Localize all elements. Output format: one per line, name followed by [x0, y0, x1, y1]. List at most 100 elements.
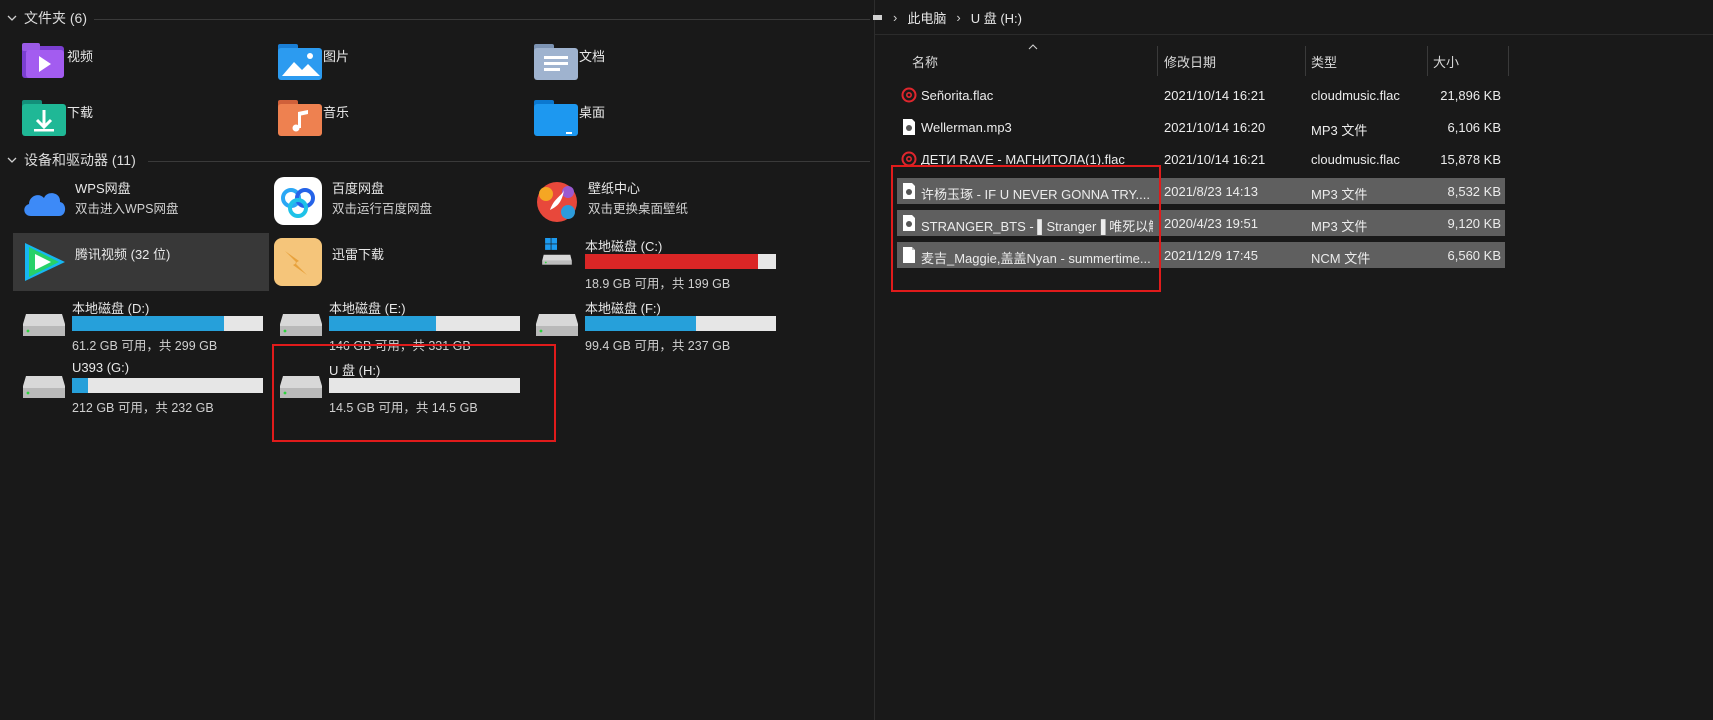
- music-folder-icon: [278, 100, 322, 136]
- desktop-folder-icon: [534, 100, 578, 136]
- app-description: 双击运行百度网盘: [332, 202, 433, 216]
- drive-usage-bar: [72, 316, 263, 331]
- drive-capacity: 61.2 GB 可用，共 299 GB: [72, 339, 218, 353]
- folder-label: 下载: [67, 105, 94, 120]
- column-header-type[interactable]: 类型: [1311, 52, 1337, 71]
- folders-section-header[interactable]: 文件夹 (6): [6, 6, 87, 30]
- app-thunder-download[interactable]: 迅雷下载: [270, 233, 526, 290]
- app-baidu-netdisk[interactable]: 百度网盘 双击运行百度网盘: [270, 176, 526, 233]
- file-size: 9,120 KB: [1447, 216, 1502, 231]
- folder-label: 图片: [323, 49, 350, 64]
- drive-usage-fill: [72, 378, 89, 393]
- file-type: MP3 文件: [1311, 123, 1368, 138]
- annotation-box-usb-drive: [272, 344, 556, 442]
- drive-name: U393 (G:): [72, 360, 130, 375]
- folder-downloads[interactable]: 下载: [8, 96, 264, 146]
- drive-capacity: 99.4 GB 可用，共 237 GB: [585, 339, 731, 353]
- drive-g[interactable]: U393 (G:) 212 GB 可用，共 232 GB: [13, 360, 269, 418]
- downloads-folder-icon: [22, 100, 66, 136]
- breadcrumb: › 此电脑 › U 盘 (H:): [873, 6, 1022, 28]
- folder-documents[interactable]: 文档: [520, 40, 776, 90]
- drive-name: 本地磁盘 (D:): [72, 301, 150, 316]
- file-date: 2021/12/9 17:45: [1164, 248, 1258, 263]
- drive-usage-bar: [585, 254, 776, 269]
- drive-usage-bar: [72, 378, 263, 393]
- sort-ascending-icon: [1028, 44, 1038, 50]
- this-pc-view: 文件夹 (6) 视频 图片 文档 下载 音乐 桌面 设备和驱动器 (11) WP…: [0, 0, 874, 720]
- breadcrumb-item[interactable]: 此电脑: [907, 8, 946, 27]
- address-bar-divider: [875, 34, 1713, 35]
- windows-drive-icon: [542, 238, 572, 265]
- audio-file-icon: [903, 119, 915, 135]
- breadcrumb-separator-icon[interactable]: ›: [956, 10, 960, 25]
- breadcrumb-separator-icon[interactable]: ›: [893, 10, 897, 25]
- folders-section-title: 文件夹 (6): [24, 10, 87, 26]
- folder-videos[interactable]: 视频: [8, 40, 264, 90]
- file-date: 2020/4/23 19:51: [1164, 216, 1258, 231]
- breadcrumb-item[interactable]: U 盘 (H:): [971, 8, 1022, 27]
- app-wps-cloud[interactable]: WPS网盘 双击进入WPS网盘: [13, 176, 269, 233]
- drive-name: 本地磁盘 (E:): [329, 301, 406, 316]
- folder-label: 文档: [579, 49, 606, 64]
- folder-label: 桌面: [579, 105, 606, 120]
- app-name: 百度网盘: [332, 181, 385, 196]
- column-separator[interactable]: [1305, 46, 1306, 76]
- folder-label: 视频: [67, 49, 94, 64]
- file-size: 6,560 KB: [1447, 248, 1502, 263]
- column-header-name[interactable]: 名称: [912, 52, 938, 71]
- app-tencent-video[interactable]: 腾讯视频 (32 位): [13, 233, 269, 291]
- file-type: NCM 文件: [1311, 251, 1371, 266]
- file-row[interactable]: Señorita.flac 2021/10/14 16:21 cloudmusi…: [897, 82, 1505, 108]
- column-header-size[interactable]: 大小: [1433, 52, 1459, 71]
- file-type: cloudmusic.flac: [1311, 152, 1400, 167]
- devices-section-title: 设备和驱动器 (11): [24, 152, 136, 168]
- file-date: 2021/10/14 16:21: [1164, 152, 1266, 167]
- column-header-date[interactable]: 修改日期: [1164, 52, 1216, 71]
- devices-section-header[interactable]: 设备和驱动器 (11): [6, 148, 136, 172]
- app-wallpaper-center[interactable]: 壁纸中心 双击更换桌面壁纸: [526, 176, 782, 233]
- file-date: 2021/10/14 16:20: [1164, 120, 1266, 135]
- file-type: MP3 文件: [1311, 219, 1368, 234]
- app-name: WPS网盘: [75, 181, 131, 196]
- file-name: Señorita.flac: [921, 88, 994, 103]
- pictures-folder-icon: [278, 44, 322, 80]
- drive-f[interactable]: 本地磁盘 (F:) 99.4 GB 可用，共 237 GB: [526, 298, 782, 356]
- drive-usage-bar: [585, 316, 776, 331]
- drive-usage-fill: [329, 316, 436, 331]
- videos-folder-icon: [22, 43, 64, 78]
- section-divider: [148, 161, 870, 162]
- app-description: 双击进入WPS网盘: [75, 202, 179, 216]
- file-row[interactable]: Wellerman.mp3 2021/10/14 16:20 MP3 文件 6,…: [897, 114, 1505, 140]
- chevron-down-icon: [7, 15, 17, 21]
- drive-c[interactable]: 本地磁盘 (C:) 18.9 GB 可用，共 199 GB: [526, 236, 782, 294]
- app-description: 双击更换桌面壁纸: [588, 202, 689, 216]
- chevron-down-icon: [7, 157, 17, 163]
- thunder-download-icon: [274, 238, 322, 286]
- folder-desktop[interactable]: 桌面: [520, 96, 776, 146]
- annotation-box-selected-files: [891, 165, 1161, 292]
- file-type: cloudmusic.flac: [1311, 88, 1400, 103]
- file-size: 15,878 KB: [1440, 152, 1501, 167]
- drive-crumb-icon[interactable]: [873, 12, 883, 22]
- column-separator[interactable]: [1157, 46, 1158, 76]
- hard-drive-icon: [23, 314, 65, 336]
- folder-pictures[interactable]: 图片: [264, 40, 520, 90]
- hard-drive-icon: [536, 314, 578, 336]
- documents-folder-icon: [534, 44, 578, 80]
- folder-music[interactable]: 音乐: [264, 96, 520, 146]
- drive-capacity: 212 GB 可用，共 232 GB: [72, 401, 214, 415]
- drive-usage-bar: [329, 316, 520, 331]
- app-name: 腾讯视频 (32 位): [75, 247, 171, 262]
- drive-name: 本地磁盘 (F:): [585, 301, 661, 316]
- drive-name: 本地磁盘 (C:): [585, 239, 663, 254]
- file-name: Wellerman.mp3: [921, 120, 1012, 135]
- hard-drive-icon: [23, 376, 65, 398]
- drive-d[interactable]: 本地磁盘 (D:) 61.2 GB 可用，共 299 GB: [13, 298, 269, 356]
- file-size: 8,532 KB: [1447, 184, 1502, 199]
- hard-drive-icon: [280, 314, 322, 336]
- usb-drive-folder-view: › 此电脑 › U 盘 (H:) 名称 修改日期 类型 大小 Señorita.…: [873, 0, 1713, 720]
- tencent-video-icon: [25, 243, 65, 281]
- column-separator[interactable]: [1508, 46, 1509, 76]
- wallpaper-center-icon: [537, 182, 577, 222]
- column-separator[interactable]: [1427, 46, 1428, 76]
